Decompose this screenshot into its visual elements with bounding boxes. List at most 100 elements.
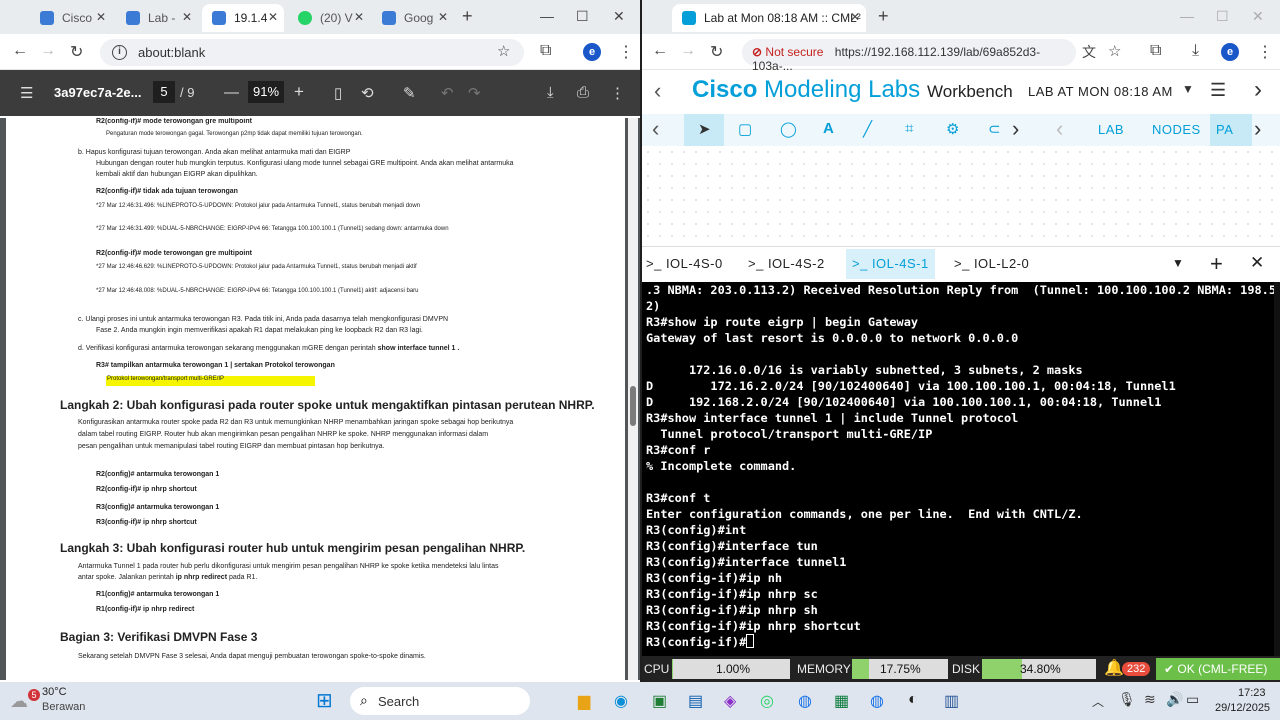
- rotate-icon[interactable]: ⟲: [361, 84, 374, 102]
- avatar[interactable]: e: [583, 43, 601, 61]
- scroll-thumb[interactable]: [630, 386, 636, 426]
- close-window-button[interactable]: ✕: [613, 8, 625, 25]
- windows-start-icon[interactable]: ⊞: [316, 688, 333, 713]
- forward-icon[interactable]: →: [680, 42, 696, 60]
- pointer-icon[interactable]: ➤: [698, 120, 711, 138]
- maximize-button[interactable]: ☐: [576, 8, 589, 25]
- topology-canvas[interactable]: [642, 146, 1280, 244]
- excel-icon[interactable]: ▣: [652, 691, 667, 711]
- bookmark-star-icon[interactable]: ☆: [1108, 42, 1121, 60]
- clock-date[interactable]: 29/12/2025: [1215, 702, 1270, 714]
- whatsapp-icon[interactable]: ◎: [760, 691, 774, 711]
- new-tab-button[interactable]: +: [878, 6, 889, 27]
- chevron-left-icon[interactable]: ‹: [652, 116, 659, 142]
- tab-whatsapp[interactable]: (20) V ✕: [288, 4, 370, 32]
- close-icon[interactable]: ✕: [1250, 253, 1265, 273]
- link-icon[interactable]: ⊂: [988, 120, 1001, 138]
- alert-count-badge[interactable]: 232: [1122, 662, 1151, 676]
- extensions-icon[interactable]: ⧉: [1150, 42, 1161, 60]
- weather-widget[interactable]: ☁ 5: [8, 687, 40, 715]
- rectangle-icon[interactable]: ▢: [738, 120, 752, 138]
- ok-status-badge[interactable]: ✔ OK (CML-FREE): [1156, 658, 1280, 680]
- ellipse-icon[interactable]: ◯: [780, 120, 797, 138]
- minimize-button[interactable]: —: [1180, 8, 1194, 24]
- close-icon[interactable]: ✕: [354, 10, 364, 24]
- terminal-scrollbar[interactable]: [1274, 282, 1280, 656]
- download-icon[interactable]: ⤓: [1192, 42, 1199, 60]
- redo-icon[interactable]: ↷: [468, 84, 481, 102]
- console-tab-iol-l2-0[interactable]: >_ IOL-L2-0: [954, 256, 1029, 271]
- menu-dots-icon[interactable]: ⋮: [1257, 42, 1273, 62]
- node-icon[interactable]: ⚙: [946, 120, 959, 138]
- info-icon[interactable]: i: [112, 45, 127, 60]
- wifi-icon[interactable]: ≋: [1144, 691, 1156, 708]
- console-tab-iol-4s-2[interactable]: >_ IOL-4S-2: [748, 256, 825, 271]
- chevron-up-icon[interactable]: ︿: [1092, 693, 1104, 710]
- tab-lab[interactable]: Lab - ✕: [116, 4, 198, 32]
- chrome-icon[interactable]: ◍: [798, 691, 812, 711]
- reload-icon[interactable]: ↻: [70, 42, 83, 62]
- line-icon[interactable]: ╱: [863, 120, 872, 138]
- draw-icon[interactable]: ⌗: [905, 120, 913, 137]
- hamburger-menu-icon[interactable]: ☰: [20, 84, 33, 102]
- lab-name-dropdown[interactable]: LAB AT MON 08:18 AM: [1028, 84, 1173, 99]
- fit-page-icon[interactable]: ▯: [334, 84, 342, 102]
- avatar[interactable]: e: [1221, 43, 1239, 61]
- edge-icon[interactable]: ◉: [614, 691, 628, 711]
- console-terminal[interactable]: .3 NBMA: 203.0.113.2) Received Resolutio…: [642, 282, 1280, 656]
- chevron-left-icon[interactable]: ‹: [654, 78, 661, 104]
- add-console-icon[interactable]: +: [1210, 251, 1223, 277]
- word-icon[interactable]: ▥: [944, 691, 959, 711]
- close-icon[interactable]: ✕: [96, 10, 106, 24]
- minimize-button[interactable]: —: [540, 8, 554, 24]
- nav-lab[interactable]: LAB: [1098, 122, 1124, 137]
- app-dark-icon[interactable]: ◐: [908, 691, 918, 709]
- forward-icon[interactable]: →: [40, 42, 56, 60]
- download-icon[interactable]: ⤓: [547, 84, 554, 101]
- volume-icon[interactable]: 🔊: [1166, 691, 1183, 708]
- console-tab-iol-4s-0[interactable]: >_ IOL-4S-0: [646, 256, 723, 271]
- back-icon[interactable]: ←: [652, 42, 668, 60]
- file-explorer-icon[interactable]: ▆: [578, 691, 590, 711]
- app-icon[interactable]: ▦: [834, 691, 849, 711]
- close-icon[interactable]: ✕: [850, 10, 860, 24]
- chrome-profile-icon[interactable]: ◍: [870, 691, 884, 711]
- zoom-input[interactable]: 91%: [248, 81, 284, 103]
- chevron-left-icon[interactable]: ‹: [1056, 116, 1063, 142]
- print-icon[interactable]: ⎙: [577, 84, 589, 101]
- console-tab-iol-4s-1[interactable]: >_ IOL-4S-1: [846, 249, 935, 279]
- zoom-out-icon[interactable]: —: [224, 84, 239, 101]
- microphone-icon[interactable]: 🎙: [1118, 691, 1136, 708]
- close-icon[interactable]: ✕: [438, 10, 448, 24]
- photos-icon[interactable]: ◈: [724, 691, 736, 711]
- bell-icon[interactable]: 🔔: [1104, 658, 1124, 678]
- chevron-right-icon[interactable]: ›: [1012, 116, 1019, 142]
- clock-time[interactable]: 17:23: [1238, 687, 1266, 699]
- tab-cml-lab[interactable]: Lab at Mon 08:18 AM :: CML² ✕: [672, 4, 866, 32]
- pdf-viewer[interactable]: R2(config-if)# mode terowongan gre multi…: [0, 118, 640, 680]
- undo-icon[interactable]: ↶: [441, 84, 454, 102]
- caret-down-icon[interactable]: ▼: [1182, 82, 1194, 96]
- address-bar[interactable]: i about:blank: [100, 39, 524, 66]
- tab-cisco[interactable]: Cisco ✕: [30, 4, 112, 32]
- tab-google[interactable]: Goog ✕: [372, 4, 454, 32]
- maximize-button[interactable]: ☐: [1216, 8, 1229, 25]
- close-icon[interactable]: ✕: [268, 10, 278, 24]
- nav-nodes[interactable]: NODES: [1152, 122, 1201, 137]
- pdf-scrollbar[interactable]: [628, 118, 638, 680]
- reload-icon[interactable]: ↻: [710, 42, 723, 62]
- translate-icon[interactable]: 文: [1082, 42, 1096, 62]
- address-bar[interactable]: ⊘ Not secure https://192.168.112.139/lab…: [742, 39, 1076, 73]
- new-tab-button[interactable]: +: [462, 6, 473, 27]
- taskbar-search-box[interactable]: ⌕ Search: [350, 687, 530, 715]
- server-icon[interactable]: ☰: [1210, 80, 1226, 101]
- more-options-icon[interactable]: ⋮: [610, 84, 625, 102]
- chevron-right-icon[interactable]: ›: [1254, 116, 1261, 142]
- zoom-in-icon[interactable]: +: [294, 82, 304, 102]
- close-window-button[interactable]: ✕: [1252, 8, 1264, 25]
- chevron-right-icon[interactable]: ›: [1254, 76, 1262, 104]
- page-number-input[interactable]: 5: [153, 81, 175, 103]
- bookmark-star-icon[interactable]: ☆: [497, 42, 510, 60]
- annotate-icon[interactable]: ✎: [403, 84, 416, 102]
- back-icon[interactable]: ←: [12, 42, 28, 60]
